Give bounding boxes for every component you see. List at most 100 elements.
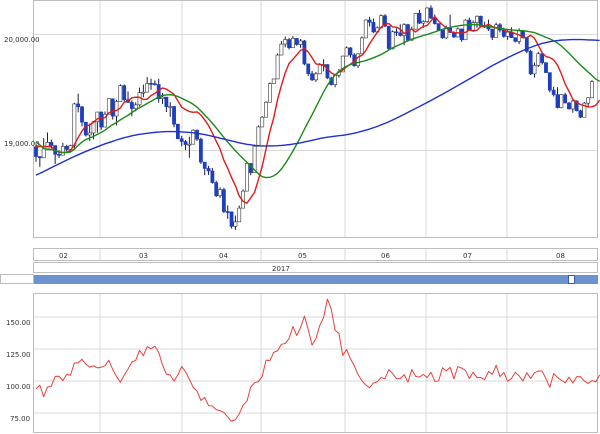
candle-down [310,73,314,81]
candle-up [505,31,510,37]
candle-up [237,207,242,223]
candle-up [233,221,238,227]
oscillator-y-tick-label: 75.00 [10,415,30,423]
candle-down [152,83,157,85]
candle-up [471,22,476,31]
oscillator-y-tick-label: 100.00 [6,383,31,391]
candle-down [325,64,330,79]
candle-down [99,111,104,128]
candle-up [260,116,265,128]
candle-up [244,163,249,192]
candle-up [279,43,284,56]
candle-up [356,53,360,67]
navigator-track-end [575,275,598,284]
candle-down [348,47,353,56]
candle-up [256,126,261,147]
candle-down [398,32,403,36]
candle-up [586,97,591,104]
candle-up [317,64,322,75]
candle-down [37,156,42,159]
month-label: 05 [298,252,307,260]
month-label: 03 [139,252,148,260]
candle-down [371,22,376,33]
candle-down [122,85,127,100]
month-label: 08 [556,252,565,260]
candle-up [413,12,418,30]
candle-down [386,25,391,49]
candle-down [210,170,215,183]
candle-up [187,143,192,146]
candle-up [283,39,288,45]
candle-down [149,83,153,85]
candle-down [294,38,299,45]
candle-down [417,12,422,24]
candle-down [179,138,184,142]
candle-up [494,24,499,38]
candle-up [141,91,146,94]
candle-down [34,146,38,157]
candle-down [486,26,491,30]
candle-up [168,106,173,108]
candle-down [551,89,556,95]
candle-down [544,62,548,73]
candle-down [436,23,441,31]
candle-up [275,54,280,80]
candle-up [133,104,138,109]
candle-down [394,31,399,34]
candle-up [390,31,395,49]
month-label: 07 [463,252,472,260]
month-label: 04 [219,252,228,260]
candle-down [206,168,211,172]
navigator-handle[interactable] [568,275,575,284]
price-y-tick-label: 20,000.00 [4,36,40,44]
candle-up [536,53,541,66]
candle-down [513,37,518,42]
candle-down [440,29,445,39]
candle-down [229,211,234,227]
candle-down [555,94,560,108]
candle-up [298,40,303,45]
candle-down [406,24,410,41]
candle-up [60,146,65,156]
candle-up [421,21,426,24]
candle-up [291,38,295,49]
candle-up [271,78,276,84]
candle-up [137,92,142,106]
candle-down [129,102,134,109]
month-label: 02 [59,252,68,260]
candle-down [578,110,583,118]
candle-up [559,94,564,108]
candle-up [72,103,77,146]
candle-up [590,81,594,99]
navigator-scrollbar[interactable] [34,275,574,284]
candle-down [214,182,219,197]
candle-down [172,106,176,125]
candle-down [202,161,207,169]
candle-up [268,83,272,103]
candle-up [570,100,575,110]
candle-up [360,37,364,55]
candle-up [363,19,368,39]
candle-down [567,102,571,110]
candle-down [83,121,88,136]
candle-down [57,154,61,156]
candle-down [432,17,437,24]
candle-down [64,146,69,150]
candle-up [532,65,537,75]
year-label: 2017 [272,265,290,273]
candle-down [540,53,545,63]
candle-down [306,63,311,74]
candle-up [87,132,92,136]
candle-up [114,101,119,117]
candle-up [218,189,222,197]
candle-down [459,28,464,41]
candle-up [475,15,479,23]
candle-down [110,98,115,117]
candle-down [76,103,81,108]
candle-up [463,19,468,41]
candle-down [302,40,307,65]
candle-up [118,85,123,102]
navigator-left-spacer [0,274,34,284]
candle-down [195,129,199,140]
candle-down [183,141,188,145]
